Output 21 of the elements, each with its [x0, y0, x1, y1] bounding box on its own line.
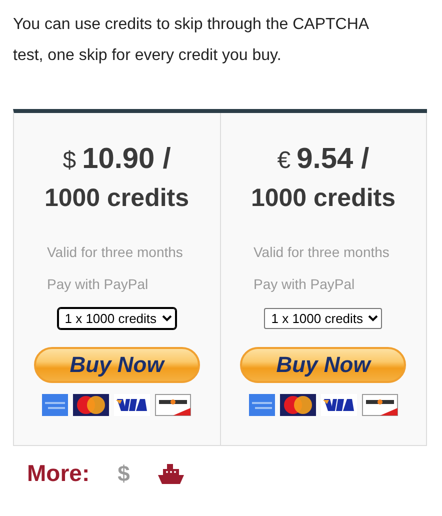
currency-symbol: €: [277, 147, 291, 175]
amount-text: 1000 credits: [44, 184, 190, 214]
quantity-dropdown[interactable]: 1 x 1000 credits: [264, 308, 382, 329]
plan-note: Pay with PayPal: [254, 275, 356, 294]
ship-icon[interactable]: [158, 464, 184, 484]
price-text: 10.90 /: [82, 143, 171, 176]
price-text: 9.54 /: [296, 143, 370, 176]
buy-now-button[interactable]: Buy Now: [34, 347, 200, 383]
visa-logo-icon: [320, 394, 357, 416]
amount-text: 1000 credits: [250, 184, 396, 214]
plan-note: Valid for three months: [47, 243, 184, 262]
more-label: More:: [27, 460, 90, 487]
visa-logo-icon: [114, 394, 150, 416]
intro-text: You can use credits to skip through the CAPTCHA test, one skip for every credit you buy.: [13, 15, 370, 66]
plan-note: Valid for three months: [254, 243, 390, 262]
mastercard-logo-icon: [280, 394, 316, 416]
buy-now-button[interactable]: Buy Now: [240, 347, 406, 383]
currency-symbol: $: [62, 147, 76, 175]
plan-note: Pay with PayPal: [47, 275, 150, 294]
quantity-dropdown[interactable]: 1 x 1000 credits: [58, 308, 176, 329]
mastercard-logo-icon: [73, 394, 110, 416]
